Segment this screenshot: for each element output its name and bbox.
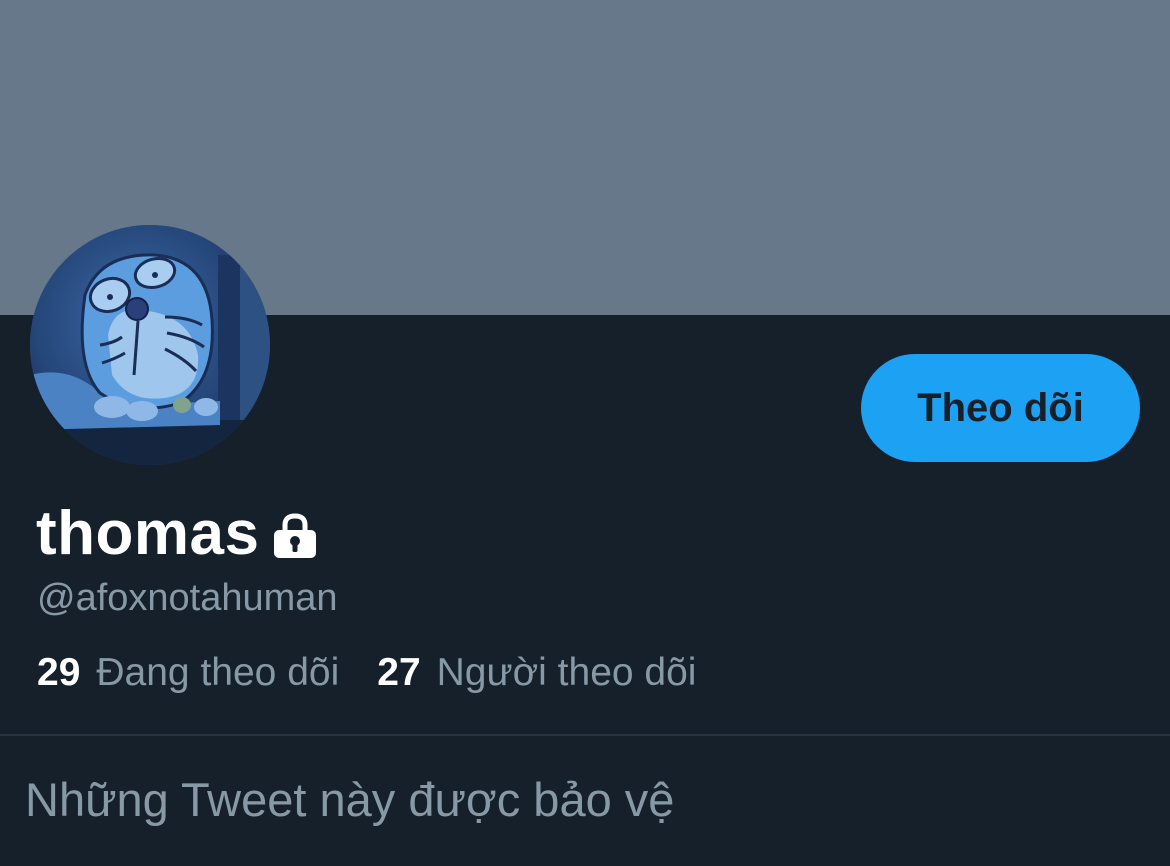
- divider: [0, 734, 1170, 736]
- lock-icon: [271, 512, 319, 564]
- followers-link[interactable]: 27 Người theo dõi: [377, 648, 696, 698]
- display-name: thomas: [36, 499, 260, 568]
- user-handle: @afoxnotahuman: [37, 577, 338, 619]
- followers-count: 27: [377, 651, 421, 694]
- followers-label: Người theo dõi: [436, 651, 697, 694]
- display-name-row: thomas: [36, 498, 319, 570]
- follow-button[interactable]: Theo dõi: [861, 354, 1140, 462]
- following-link[interactable]: 29 Đang theo dõi: [37, 648, 339, 698]
- avatar-image: [30, 225, 270, 465]
- protected-tweets-notice: Những Tweet này được bảo vệ: [25, 773, 675, 826]
- following-count: 29: [37, 651, 81, 694]
- follow-stats: 29 Đang theo dõi 27 Người theo dõi: [37, 648, 734, 698]
- following-label: Đang theo dõi: [96, 651, 340, 694]
- avatar[interactable]: [30, 225, 270, 465]
